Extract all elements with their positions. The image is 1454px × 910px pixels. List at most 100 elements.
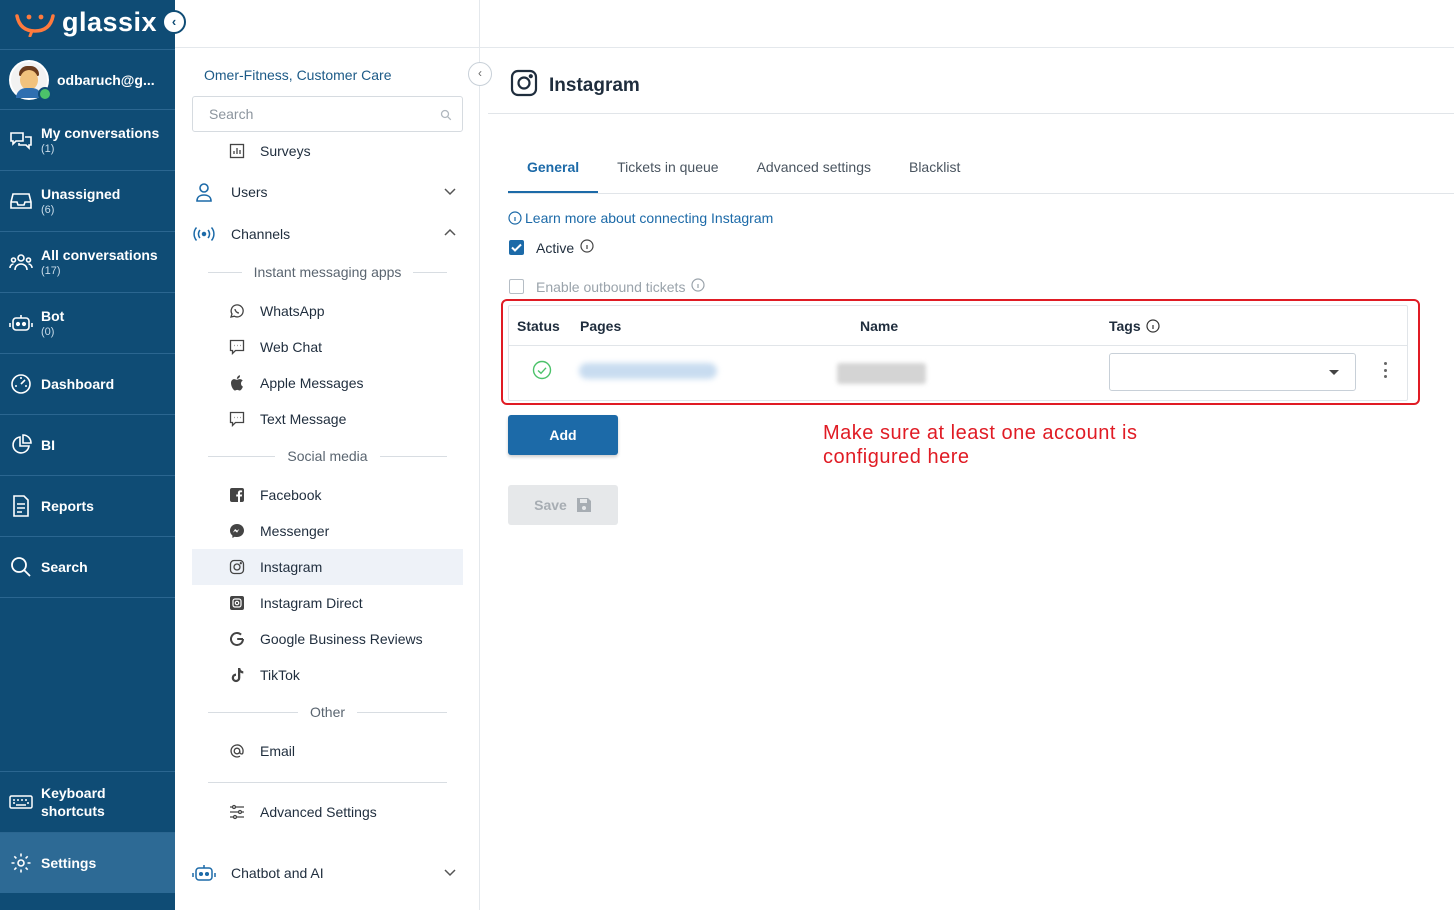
chevron-down-icon	[443, 184, 457, 201]
column-label: Tags	[1109, 318, 1141, 334]
menu-item-instagram-direct[interactable]: Instagram Direct	[192, 585, 463, 621]
nav-label: BI	[41, 437, 55, 453]
pages-table: Status Pages Name Tags	[508, 305, 1408, 401]
settings-search	[192, 96, 463, 132]
bar-chart-icon	[228, 142, 246, 160]
whatsapp-icon	[228, 302, 246, 320]
save-button[interactable]: Save	[508, 485, 618, 525]
broadcast-icon	[192, 222, 216, 246]
chevron-down-icon	[443, 865, 457, 882]
tab-bar: General Tickets in queue Advanced settin…	[508, 149, 979, 193]
nav-label: Unassigned	[41, 186, 121, 202]
search-icon	[440, 108, 452, 126]
page-link-redacted[interactable]	[579, 363, 717, 379]
nav-label: Settings	[41, 855, 97, 871]
organization-name[interactable]: Omer-Fitness, Customer Care	[204, 67, 391, 83]
nav-reports[interactable]: Reports	[0, 475, 175, 536]
annotation-text: Make sure at least one account is config…	[823, 422, 1138, 468]
page-name-redacted	[837, 363, 926, 384]
collapse-nav-button[interactable]: ‹	[162, 10, 186, 34]
section-divider: Social media	[208, 446, 447, 466]
row-menu-icon[interactable]	[1382, 362, 1388, 378]
menu-label: Web Chat	[260, 339, 322, 355]
menu-item-facebook[interactable]: Facebook	[192, 477, 463, 513]
menu-item-advanced-settings[interactable]: Advanced Settings	[192, 794, 463, 830]
menu-item-apple-messages[interactable]: Apple Messages	[192, 365, 463, 401]
active-checkbox[interactable]	[509, 240, 524, 255]
menu-label: Instagram Direct	[260, 595, 363, 611]
menu-item-surveys[interactable]: Surveys	[192, 133, 463, 169]
page-title: Instagram	[549, 74, 640, 96]
channel-settings: Instagram General Tickets in queue Advan…	[175, 0, 1454, 910]
nav-label: All conversations	[41, 247, 158, 263]
menu-item-whatsapp[interactable]: WhatsApp	[192, 293, 463, 329]
tabs-divider	[508, 193, 1454, 194]
menu-label: Email	[260, 743, 296, 759]
menu-item-text-message[interactable]: Text Message	[192, 401, 463, 437]
section-label: Other	[310, 704, 346, 720]
nav-unassigned[interactable]: Unassigned (6)	[0, 170, 175, 231]
nav-settings[interactable]: Settings	[0, 832, 175, 893]
info-icon[interactable]	[691, 278, 706, 295]
user-profile[interactable]: odbaruch@g...	[0, 49, 175, 109]
outbound-checkbox-row: Enable outbound tickets	[509, 278, 706, 295]
chevron-up-icon	[443, 226, 457, 243]
tab-blacklist[interactable]: Blacklist	[890, 149, 979, 193]
column-header-status: Status	[517, 318, 560, 334]
column-header-pages: Pages	[580, 318, 622, 334]
top-bar	[175, 0, 1454, 48]
online-status-icon	[38, 86, 52, 101]
main-nav: glassix ‹ odbaruch@g... My conversations…	[0, 0, 186, 910]
nav-search[interactable]: Search	[0, 536, 175, 597]
caret-down-icon	[1329, 370, 1339, 375]
instagram-direct-icon	[228, 594, 246, 612]
collapse-panel-button[interactable]: ‹	[468, 62, 492, 86]
outbound-checkbox[interactable]	[509, 279, 524, 294]
learn-more-link[interactable]: Learn more about connecting Instagram	[508, 210, 773, 226]
column-header-tags: Tags	[1109, 318, 1160, 334]
nav-bot[interactable]: Bot (0)	[0, 292, 175, 353]
learn-more-text: Learn more about connecting Instagram	[525, 210, 774, 226]
menu-label: Chatbot and AI	[231, 865, 324, 881]
avatar	[9, 59, 52, 101]
tags-select[interactable]	[1109, 353, 1356, 391]
menu-label: Text Message	[260, 411, 347, 427]
report-icon	[9, 494, 33, 518]
nav-bi[interactable]: BI	[0, 414, 175, 475]
at-sign-icon	[228, 742, 246, 760]
info-icon[interactable]	[1146, 319, 1160, 333]
menu-item-google-business-reviews[interactable]: Google Business Reviews	[192, 621, 463, 657]
tab-advanced-settings[interactable]: Advanced settings	[738, 149, 890, 193]
nav-label: Reports	[41, 498, 94, 514]
nav-keyboard-shortcuts[interactable]: Keyboard shortcuts	[0, 771, 175, 832]
outbound-label: Enable outbound tickets	[536, 278, 686, 295]
menu-item-tiktok[interactable]: TikTok	[192, 657, 463, 693]
menu-group-chatbot-ai[interactable]: Chatbot and AI	[192, 854, 463, 892]
menu-label: Channels	[231, 226, 291, 242]
save-label: Save	[534, 497, 567, 513]
pie-chart-icon	[9, 433, 33, 457]
menu-item-instagram[interactable]: Instagram	[192, 549, 463, 585]
nav-all-conversations[interactable]: All conversations (17)	[0, 231, 175, 292]
nav-my-conversations[interactable]: My conversations (1)	[0, 109, 175, 170]
menu-label: Users	[231, 184, 268, 200]
menu-label: TikTok	[260, 667, 300, 683]
nav-dashboard[interactable]: Dashboard	[0, 353, 175, 414]
nav-count: (6)	[41, 204, 55, 216]
menu-group-users[interactable]: Users	[192, 173, 463, 211]
search-input[interactable]	[193, 97, 423, 131]
tab-tickets-in-queue[interactable]: Tickets in queue	[598, 149, 737, 193]
menu-item-web-chat[interactable]: Web Chat	[192, 329, 463, 365]
tab-general[interactable]: General	[508, 149, 599, 193]
add-button[interactable]: Add	[508, 415, 618, 455]
menu-group-channels[interactable]: Channels	[192, 215, 463, 253]
nav-label: Dashboard	[41, 376, 115, 392]
settings-panel: Omer-Fitness, Customer Care ‹ Surveys Us…	[175, 0, 492, 910]
info-icon[interactable]	[580, 239, 594, 256]
menu-item-messenger[interactable]: Messenger	[192, 513, 463, 549]
header-divider	[488, 113, 1454, 114]
sliders-icon	[228, 803, 246, 821]
glassix-logo[interactable]: glassix	[14, 4, 157, 40]
active-checkbox-row: Active	[509, 239, 594, 256]
menu-item-email[interactable]: Email	[192, 733, 463, 769]
